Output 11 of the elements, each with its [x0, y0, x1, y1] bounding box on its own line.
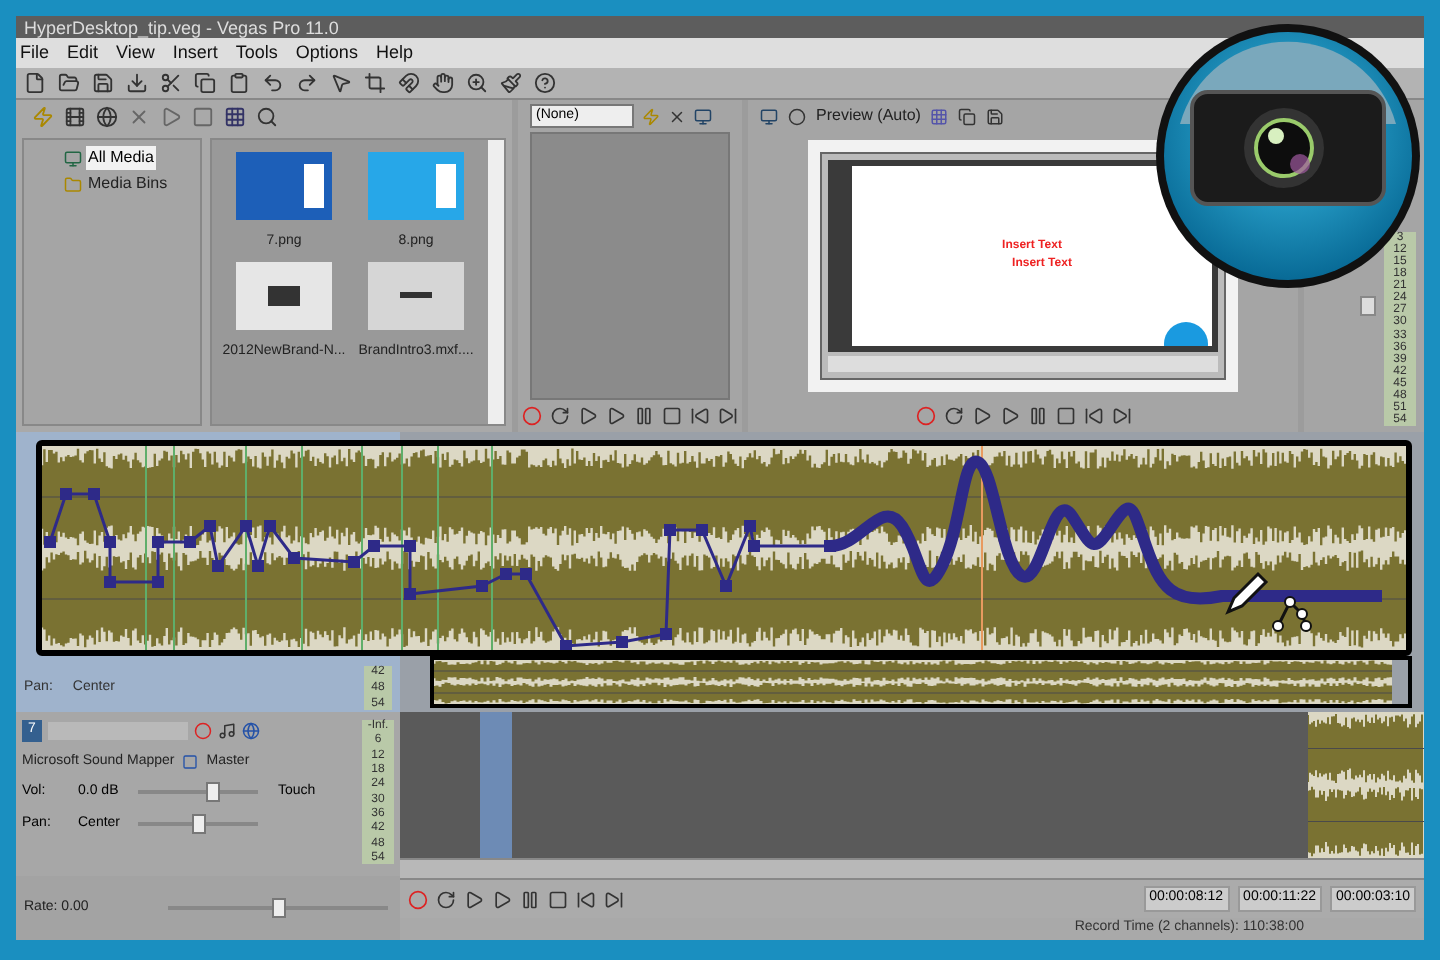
tree-item[interactable]: Media Bins [86, 172, 170, 196]
tree-item[interactable]: All Media [86, 146, 156, 170]
menu-item[interactable]: Edit [67, 39, 99, 67]
menu-item[interactable]: File [20, 39, 50, 67]
menu-item[interactable]: Help [375, 39, 413, 67]
preview-quality-dropdown[interactable]: Preview (Auto) [816, 104, 921, 128]
menu-item[interactable]: Options [295, 39, 358, 67]
menu-item[interactable]: View [116, 39, 155, 67]
menu-item[interactable]: Tools [235, 39, 278, 67]
window-title: HyperDesktop_tip.veg - Vegas Pro 11.0 [24, 17, 339, 37]
menu-item[interactable]: Insert [172, 39, 218, 67]
